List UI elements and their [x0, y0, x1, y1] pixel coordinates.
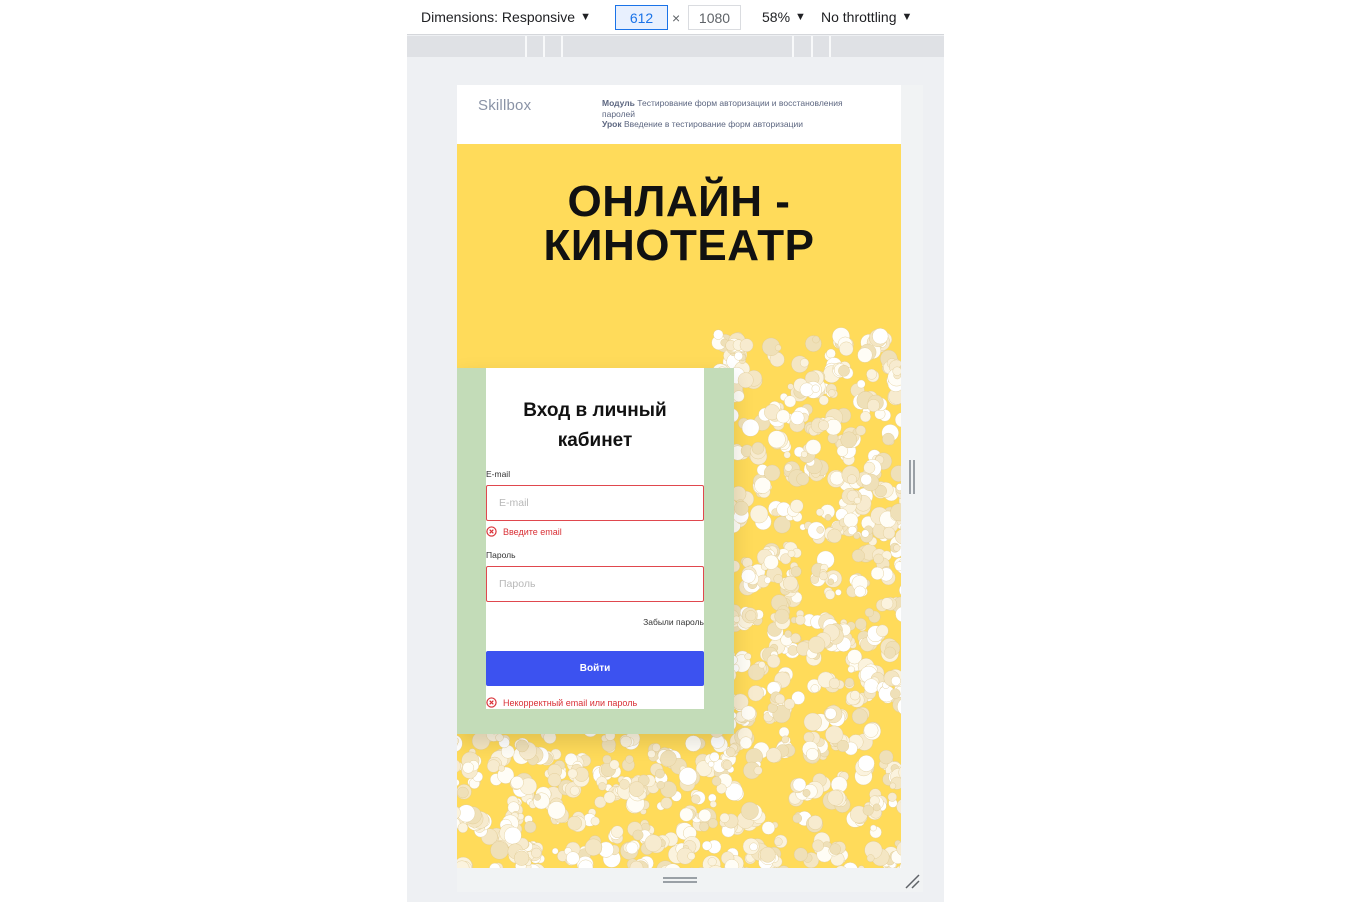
times-symbol: ×	[672, 10, 681, 26]
media-query-ruler[interactable]	[407, 36, 944, 57]
email-field[interactable]	[486, 485, 704, 521]
login-title-line-1: Вход в личный	[523, 400, 667, 421]
dimensions-dropdown[interactable]: Dimensions: Responsive ▼	[421, 9, 591, 25]
email-error: Введите email	[486, 526, 562, 537]
width-input[interactable]	[615, 5, 668, 30]
module-line: Модуль Тестирование форм авторизации и в…	[602, 98, 872, 119]
page-header: Skillbox Модуль Тестирование форм автори…	[457, 85, 901, 144]
module-label: Модуль	[602, 98, 635, 108]
hero-title: ОНЛАЙН - КИНОТЕАТР	[457, 180, 901, 268]
dimensions-label: Dimensions: Responsive	[421, 9, 576, 25]
lesson-line: Урок Введение в тестирование форм автори…	[602, 119, 872, 130]
throttling-dropdown[interactable]: No throttling ▼	[821, 9, 912, 25]
zoom-label: 58%	[762, 9, 791, 25]
skillbox-logo: Skillbox	[478, 97, 532, 114]
password-input[interactable]	[487, 567, 703, 601]
ruler-tick	[792, 36, 794, 57]
height-input[interactable]	[688, 5, 741, 30]
resize-grip-icon	[663, 877, 697, 883]
error-icon	[486, 697, 497, 708]
login-title: Вход в личный кабинет	[486, 396, 704, 456]
viewport-resize-handle-right[interactable]	[901, 85, 923, 868]
viewport-resize-handle-bottom[interactable]	[457, 868, 923, 892]
password-field[interactable]	[486, 566, 704, 602]
email-input[interactable]	[487, 486, 703, 520]
hero-title-line-2: КИНОТЕАТР	[543, 221, 815, 270]
devtools-device-mode: Dimensions: Responsive ▼ × 58% ▼ No thro…	[407, 0, 944, 902]
login-form: Вход в личный кабинет E-mail Введите ema…	[486, 368, 704, 709]
module-text: Тестирование форм авторизации и восстано…	[602, 98, 843, 119]
ruler-tick	[561, 36, 563, 57]
hero-section: ОНЛАЙН - КИНОТЕАТР Вход в личный кабинет…	[457, 144, 901, 868]
ruler-tick	[543, 36, 545, 57]
lesson-meta: Модуль Тестирование форм авторизации и в…	[602, 98, 872, 130]
ruler-tick	[525, 36, 527, 57]
form-error: Некорректный email или пароль	[486, 697, 637, 708]
hero-title-line-1: ОНЛАЙН -	[567, 177, 791, 226]
password-label: Пароль	[486, 550, 516, 560]
corner-resize-icon[interactable]	[903, 872, 921, 890]
ruler-tick	[829, 36, 831, 57]
lesson-text: Введение в тестирование форм авторизации	[623, 119, 803, 129]
login-button[interactable]: Войти	[486, 651, 704, 686]
device-toolbar: Dimensions: Responsive ▼ × 58% ▼ No thro…	[407, 0, 944, 35]
login-card-frame: Вход в личный кабинет E-mail Введите ema…	[457, 368, 734, 734]
dropdown-arrow-icon: ▼	[901, 11, 913, 23]
email-error-text: Введите email	[503, 526, 562, 537]
throttling-label: No throttling	[821, 9, 897, 25]
lesson-label: Урок	[602, 119, 622, 129]
zoom-dropdown[interactable]: 58% ▼	[762, 9, 806, 25]
dropdown-arrow-icon: ▼	[795, 11, 806, 23]
resize-grip-icon	[909, 460, 915, 494]
device-viewport: Skillbox Модуль Тестирование форм автори…	[457, 85, 901, 868]
error-icon	[486, 526, 497, 537]
dropdown-arrow-icon: ▼	[580, 11, 591, 23]
forgot-password-link[interactable]: Забыли пароль	[643, 617, 704, 627]
email-label: E-mail	[486, 469, 511, 479]
login-title-line-2: кабинет	[557, 430, 633, 451]
ruler-tick	[811, 36, 813, 57]
form-error-text: Некорректный email или пароль	[503, 697, 638, 708]
